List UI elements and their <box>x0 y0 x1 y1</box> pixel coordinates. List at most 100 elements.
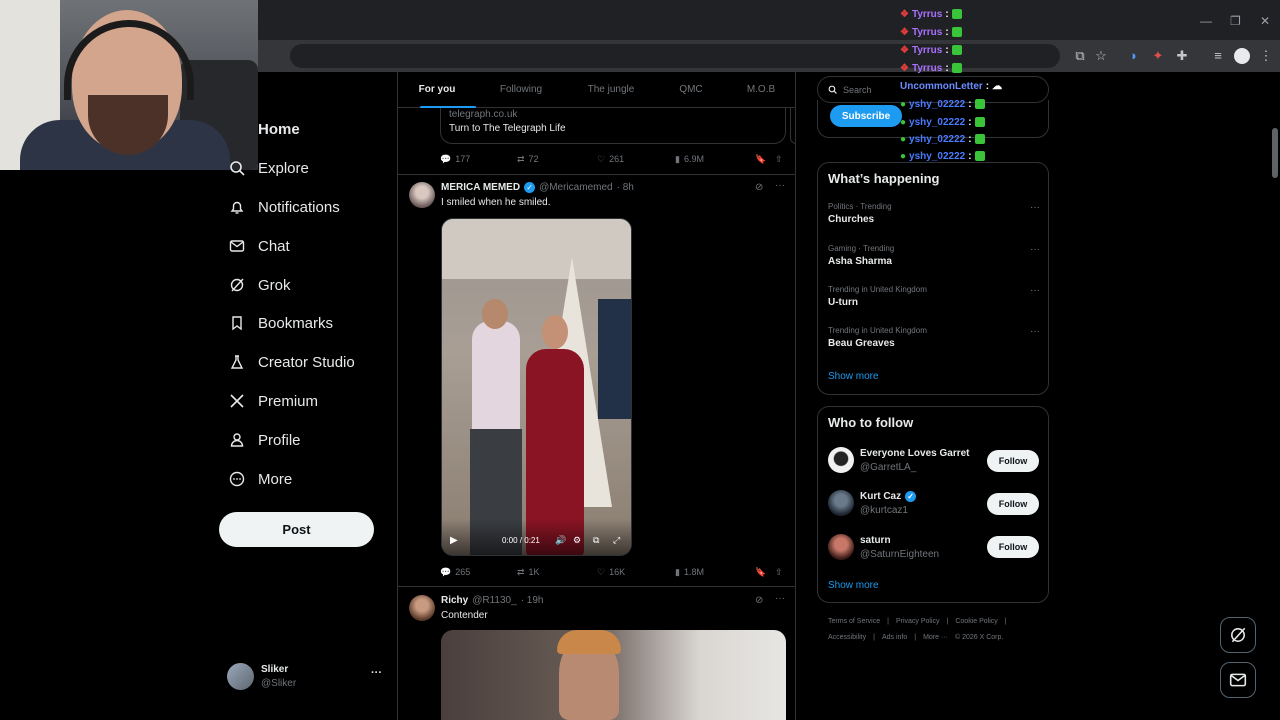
avatar[interactable] <box>828 447 854 473</box>
tweet-time[interactable]: · 8h <box>617 182 634 193</box>
share-button[interactable]: ⇧ <box>775 152 783 166</box>
bookmark-button[interactable]: 🔖 <box>755 152 775 166</box>
avatar[interactable] <box>409 182 435 208</box>
chat-separator: : <box>985 80 990 92</box>
ads-info-link[interactable]: Ads info <box>882 634 907 641</box>
share-button[interactable]: ⇧ <box>775 565 783 579</box>
post-button[interactable]: Post <box>219 512 374 547</box>
tab-qmc[interactable]: QMC <box>656 72 726 107</box>
tab-mob[interactable]: M.O.B <box>726 72 795 107</box>
trend-more-icon[interactable]: ··· <box>1030 202 1040 213</box>
bookmark-star-icon[interactable]: ☆ <box>1093 48 1109 64</box>
terms-link[interactable]: Terms of Service <box>828 618 880 625</box>
show-more-trends-link[interactable]: Show more <box>828 371 879 382</box>
tweet-video[interactable]: ▶ 0:00 / 0:21 🔊 ⚙ ⧉ ⤢ <box>441 218 632 556</box>
close-window-button[interactable]: ✕ <box>1260 14 1270 28</box>
search-icon <box>828 85 837 94</box>
tweet-time[interactable]: · 19h <box>521 595 544 606</box>
nav-item-explore[interactable]: Explore <box>228 153 309 183</box>
trend-more-icon[interactable]: ··· <box>1030 326 1040 337</box>
account-more-icon[interactable]: ··· <box>371 667 382 679</box>
reply-button[interactable]: 💬 177 <box>440 152 517 166</box>
extension-icon[interactable]: ✦ <box>1150 48 1166 64</box>
account-switcher[interactable]: Sliker @Sliker ··· <box>227 663 387 693</box>
nav-label: Chat <box>258 237 290 255</box>
chat-separator: : <box>968 98 972 110</box>
tweet-more-icon[interactable]: ··· <box>775 593 785 604</box>
picture-in-picture-icon[interactable]: ⧉ <box>593 535 599 546</box>
cookie-link[interactable]: Cookie Policy <box>955 618 997 625</box>
trend-category: Gaming · Trending <box>828 244 895 253</box>
grok-icon <box>228 276 246 294</box>
nav-item-home[interactable]: Home <box>228 114 300 144</box>
author-handle[interactable]: @R1130_ <box>472 595 516 606</box>
media-control-icon[interactable]: ≡ <box>1210 48 1226 64</box>
nav-item-profile[interactable]: Profile <box>228 425 301 455</box>
more-link[interactable]: More ··· <box>923 634 948 641</box>
link-card[interactable]: telegraph.co.uk Turn to The Telegraph Li… <box>440 108 786 144</box>
suggested-user[interactable]: saturn @SaturnEighteen <box>860 535 939 560</box>
image-hair <box>557 630 621 654</box>
grok-icon[interactable]: ⊘ <box>755 595 763 606</box>
nav-item-more[interactable]: More <box>228 464 292 494</box>
nav-item-bookmarks[interactable]: Bookmarks <box>228 308 333 338</box>
grok-icon[interactable]: ⊘ <box>755 182 763 193</box>
suggested-user[interactable]: Kurt Caz ✓ @kurtcaz1 <box>860 491 917 516</box>
extensions-puzzle-icon[interactable]: ✚ <box>1174 48 1190 64</box>
author-name[interactable]: MERICA MEMED <box>441 182 520 193</box>
repost-button[interactable]: ⇄ 72 <box>517 152 597 166</box>
messages-fab[interactable] <box>1220 662 1256 698</box>
author-name[interactable]: Richy <box>441 595 468 606</box>
trend-item[interactable]: Politics · Trending Churches ··· <box>828 202 1040 225</box>
tweet-more-icon[interactable]: ··· <box>775 180 785 191</box>
trend-more-icon[interactable]: ··· <box>1030 285 1040 296</box>
restore-button[interactable]: ❐ <box>1230 14 1241 28</box>
tab-for-you[interactable]: For you <box>398 72 476 107</box>
subscribe-button[interactable]: Subscribe <box>830 105 902 127</box>
tweet-image[interactable] <box>441 630 786 720</box>
play-icon[interactable]: ▶ <box>450 535 458 546</box>
views-button[interactable]: ▮ 1.8M <box>675 565 755 579</box>
avatar[interactable] <box>828 534 854 560</box>
avatar[interactable] <box>828 490 854 516</box>
trend-item[interactable]: Gaming · Trending Asha Sharma ··· <box>828 244 1040 267</box>
scrollbar-thumb[interactable] <box>1272 128 1278 178</box>
tab-the-jungle[interactable]: The jungle <box>566 72 656 107</box>
repost-button[interactable]: ⇄ 1K <box>517 565 597 579</box>
views-button[interactable]: ▮ 6.9M <box>675 152 755 166</box>
trend-more-icon[interactable]: ··· <box>1030 244 1040 255</box>
like-button[interactable]: ♡ 261 <box>597 152 675 166</box>
reply-button[interactable]: 💬 265 <box>440 565 517 579</box>
nav-item-grok[interactable]: Grok <box>228 270 291 300</box>
minimize-button[interactable]: — <box>1200 14 1212 28</box>
avatar[interactable] <box>409 595 435 621</box>
install-app-icon[interactable]: ⧉ <box>1072 48 1088 64</box>
suggested-user[interactable]: Everyone Loves Garret @GarretLA_ <box>860 448 970 473</box>
accessibility-link[interactable]: Accessibility <box>828 634 866 641</box>
bookmark-button[interactable]: 🔖 <box>755 565 775 579</box>
like-button[interactable]: ♡ 16K <box>597 565 675 579</box>
settings-icon[interactable]: ⚙ <box>573 535 581 546</box>
nav-item-premium[interactable]: Premium <box>228 386 318 416</box>
follow-button[interactable]: Follow <box>987 493 1039 515</box>
chat-separator: : <box>945 8 949 20</box>
trend-item[interactable]: Trending in United Kingdom Beau Greaves … <box>828 326 1040 349</box>
trend-item[interactable]: Trending in United Kingdom U-turn ··· <box>828 285 1040 308</box>
extension-icon[interactable]: ◗ <box>1126 48 1142 64</box>
privacy-link[interactable]: Privacy Policy <box>896 618 940 625</box>
nav-item-notifications[interactable]: Notifications <box>228 192 340 222</box>
browser-menu-icon[interactable]: ⋮ <box>1258 48 1274 64</box>
grok-fab[interactable] <box>1220 617 1256 653</box>
fullscreen-icon[interactable]: ⤢ <box>613 535 620 546</box>
follow-button[interactable]: Follow <box>987 450 1039 472</box>
show-more-follow-link[interactable]: Show more <box>828 580 879 591</box>
author-handle[interactable]: @Mericamemed <box>539 182 613 193</box>
tab-following[interactable]: Following <box>476 72 566 107</box>
tweet-text: I smiled when he smiled. <box>441 197 551 208</box>
nav-item-chat[interactable]: Chat <box>228 231 290 261</box>
profile-avatar-icon[interactable] <box>1234 48 1250 64</box>
volume-icon[interactable]: 🔊 <box>555 535 566 546</box>
follow-button[interactable]: Follow <box>987 536 1039 558</box>
nav-item-creator-studio[interactable]: Creator Studio <box>228 347 355 377</box>
chat-line: ❖ Tyrrus: <box>900 60 962 76</box>
